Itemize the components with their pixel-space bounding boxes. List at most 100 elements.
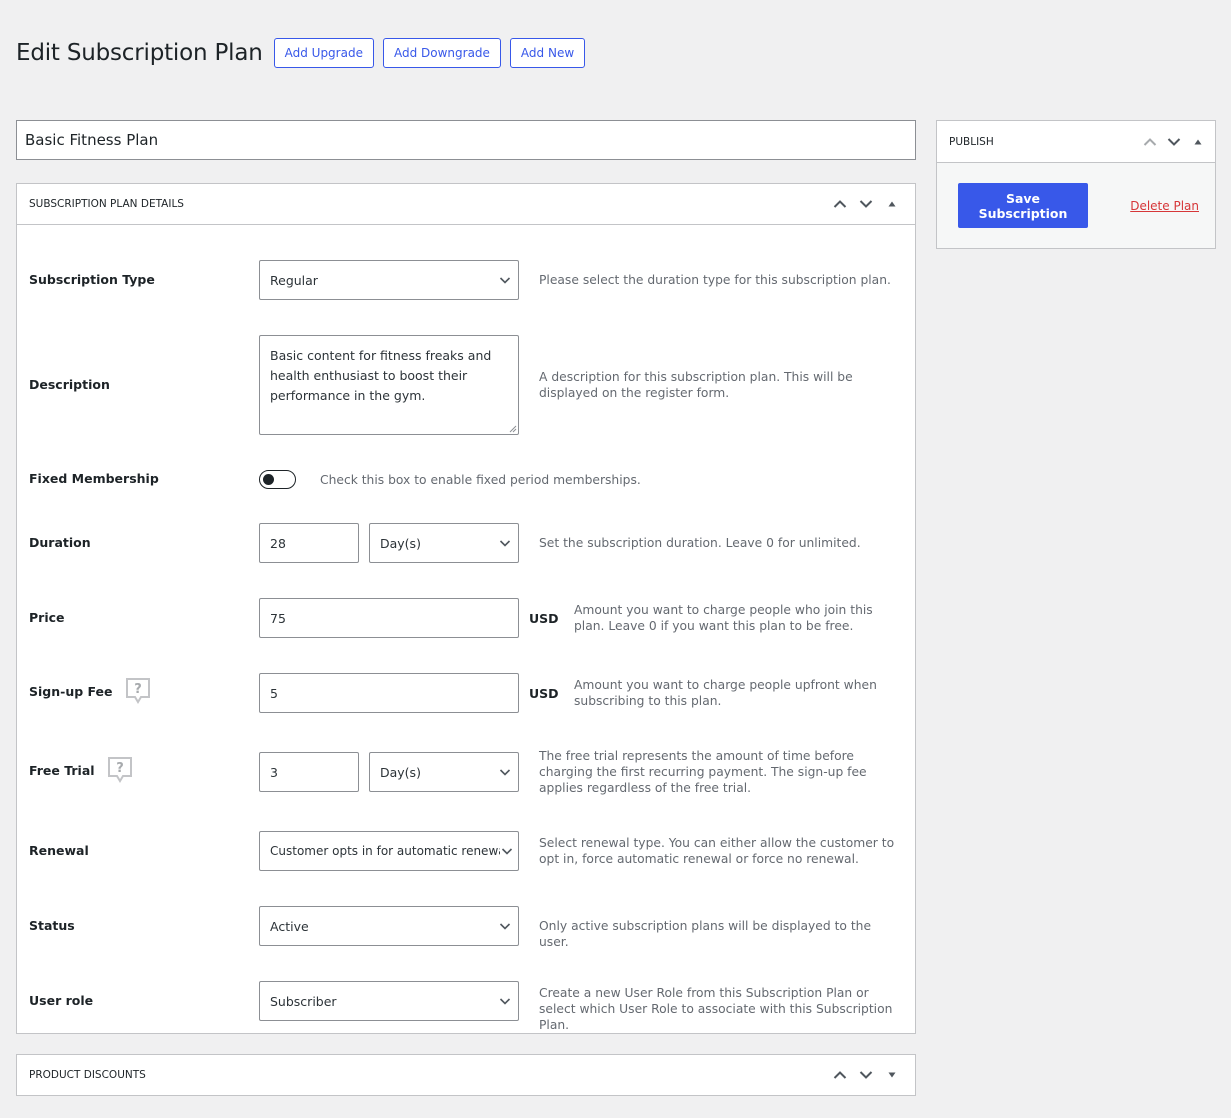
user-role-label: User role (29, 993, 94, 1008)
chevron-up-icon (833, 200, 847, 208)
add-downgrade-button[interactable]: Add Downgrade (382, 38, 501, 68)
subscription-type-value: Regular (270, 272, 318, 288)
triangle-up-icon (888, 201, 896, 207)
svg-text:?: ? (116, 761, 124, 776)
subscription-type-select[interactable]: Regular (259, 260, 519, 300)
signup-fee-currency: USD (529, 685, 559, 701)
postbox-header: Subscription Plan Details (17, 184, 915, 225)
duration-row: Duration 28 Day(s) Set the subscription … (29, 523, 903, 563)
postbox-title: Product Discounts (29, 1069, 146, 1081)
price-description: Amount you want to charge people who joi… (574, 603, 873, 633)
handle-actions (829, 1064, 903, 1086)
signup-fee-label: Sign-up Fee (29, 683, 113, 699)
chevron-up-icon (1143, 137, 1157, 146)
subscription-type-label: Subscription Type (29, 272, 155, 287)
postbox-title: Publish (949, 135, 994, 148)
chevron-down-icon (499, 540, 511, 547)
free-trial-unit-select[interactable]: Day(s) (369, 752, 519, 792)
move-down-button[interactable] (1163, 131, 1185, 153)
duration-input[interactable]: 28 (259, 523, 359, 563)
free-trial-unit-value: Day(s) (380, 764, 421, 780)
page-title: Edit Subscription Plan (16, 40, 263, 66)
signup-fee-row: Sign-up Fee ? 5 USD Amount you want to c… (29, 673, 903, 713)
duration-description: Set the subscription duration. Leave 0 f… (539, 536, 861, 550)
duration-label: Duration (29, 535, 91, 550)
price-row: Price 75 USD Amount you want to charge p… (29, 598, 903, 638)
free-trial-row: Free Trial ? 3 Day(s) The free trial rep… (29, 749, 903, 795)
subscription-type-description: Please select the duration type for this… (539, 273, 891, 287)
chevron-down-icon (499, 998, 511, 1005)
signup-fee-label-group: Sign-up Fee ? (29, 677, 151, 705)
user-role-row: User role Subscriber Create a new User R… (29, 981, 903, 1032)
subscription-type-row: Subscription Type Regular Please select … (29, 260, 903, 300)
user-role-select[interactable]: Subscriber (259, 981, 519, 1021)
toggle-knob (263, 474, 274, 485)
help-bubble-icon[interactable]: ? (125, 677, 151, 705)
move-down-button[interactable] (855, 1064, 877, 1086)
renewal-label: Renewal (29, 843, 89, 858)
description-row: Description Basic content for fitness fr… (29, 335, 903, 435)
triangle-down-icon (888, 1072, 896, 1078)
free-trial-input[interactable]: 3 (259, 752, 359, 792)
user-role-description: Create a new User Role from this Subscri… (539, 986, 893, 1032)
fixed-membership-description: Check this box to enable fixed period me… (320, 473, 641, 487)
handle-actions (829, 193, 903, 215)
chevron-down-icon (501, 848, 513, 855)
chevron-down-icon (499, 923, 511, 930)
triangle-up-icon (1194, 139, 1202, 144)
move-up-button[interactable] (829, 1064, 851, 1086)
help-bubble-icon[interactable]: ? (107, 756, 133, 784)
chevron-down-icon (499, 769, 511, 776)
publish-actions: Save Subscription Delete Plan (937, 163, 1215, 248)
toggle-panel-button[interactable] (881, 193, 903, 215)
description-help: A description for this subscription plan… (539, 370, 853, 400)
free-trial-description: The free trial represents the amount of … (539, 749, 867, 795)
postbox-title: Subscription Plan Details (29, 198, 184, 210)
renewal-value: Customer opts in for automatic renewal (270, 844, 500, 858)
postbox-header[interactable]: Product Discounts (17, 1055, 915, 1095)
fixed-membership-label: Fixed Membership (29, 471, 159, 486)
price-label: Price (29, 610, 65, 625)
status-description: Only active subscription plans will be d… (539, 919, 872, 949)
signup-fee-description: Amount you want to charge people upfront… (574, 678, 877, 708)
chevron-down-icon (1167, 137, 1181, 146)
free-trial-label-group: Free Trial ? (29, 756, 133, 784)
signup-fee-input[interactable]: 5 (259, 673, 519, 713)
user-role-value: Subscriber (270, 993, 337, 1009)
page-header: Edit Subscription Plan Add Upgrade Add D… (16, 38, 594, 68)
plan-name-input[interactable]: Basic Fitness Plan (16, 120, 916, 160)
add-upgrade-button[interactable]: Add Upgrade (273, 38, 374, 68)
renewal-row: Renewal Customer opts in for automatic r… (29, 831, 903, 871)
move-up-button[interactable] (829, 193, 851, 215)
move-down-button[interactable] (855, 193, 877, 215)
postbox-header: Publish (937, 121, 1215, 163)
price-currency: USD (529, 610, 559, 626)
move-up-button[interactable] (1139, 131, 1161, 153)
renewal-description: Select renewal type. You can either allo… (539, 836, 895, 866)
free-trial-label: Free Trial (29, 762, 95, 778)
fixed-membership-toggle[interactable] (259, 470, 296, 489)
resize-handle-icon[interactable] (507, 423, 517, 433)
delete-plan-link[interactable]: Delete Plan (1130, 199, 1199, 213)
price-input[interactable]: 75 (259, 598, 519, 638)
description-textarea[interactable]: Basic content for fitness freaks and hea… (259, 335, 519, 435)
status-label: Status (29, 918, 75, 933)
description-label: Description (29, 377, 110, 392)
toggle-panel-button[interactable] (1187, 131, 1209, 153)
status-select[interactable]: Active (259, 906, 519, 946)
renewal-select[interactable]: Customer opts in for automatic renewal (259, 831, 519, 871)
fixed-membership-row: Fixed Membership Check this box to enabl… (29, 469, 903, 491)
duration-unit-select[interactable]: Day(s) (369, 523, 519, 563)
description-value: Basic content for fitness freaks and hea… (270, 348, 492, 403)
subscription-plan-details-box: Subscription Plan Details Subscription T… (16, 183, 916, 1034)
chevron-down-icon (499, 277, 511, 284)
chevron-down-icon (859, 1071, 873, 1079)
chevron-down-icon (859, 200, 873, 208)
add-new-button[interactable]: Add New (509, 38, 586, 68)
product-discounts-box: Product Discounts (16, 1054, 916, 1096)
toggle-panel-button[interactable] (881, 1064, 903, 1086)
status-row: Status Active Only active subscription p… (29, 906, 903, 949)
save-subscription-button[interactable]: Save Subscription (958, 183, 1088, 228)
status-value: Active (270, 918, 309, 934)
publish-box: Publish Save Subscription Delete Plan (936, 120, 1216, 249)
